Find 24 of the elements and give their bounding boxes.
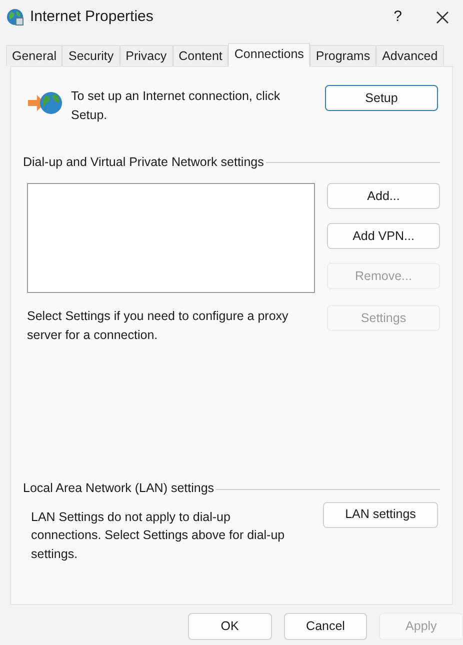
tab[interactable]: Content [172,45,228,66]
dialog-button[interactable]: OK [188,613,272,640]
globe-icon [6,8,24,26]
tab[interactable]: Programs [310,45,376,66]
help-button[interactable]: ? [394,6,402,28]
tab[interactable]: Connections [228,43,310,67]
lan-settings-button[interactable]: LAN settings [323,502,438,528]
dialog-button[interactable]: Add... [327,183,440,210]
dialog-button[interactable]: Cancel [284,613,368,640]
connections-list[interactable] [27,183,315,294]
tab[interactable]: Privacy [120,45,173,66]
tab[interactable]: Security [62,45,120,66]
globe-arrow-icon [27,89,63,117]
window-title: Internet Properties [30,6,154,27]
tab[interactable]: General [6,45,62,66]
tab[interactable]: Advanced [376,45,444,66]
dialog-button[interactable]: Add VPN... [327,223,440,250]
setup-text: To set up an Internet connection, click Setup. [71,88,282,124]
close-icon[interactable] [436,10,449,24]
proxy-text: Select Settings if you need to configure a proxy server for a connection. [27,308,290,344]
setup-button[interactable]: Setup [325,85,438,111]
lan-text: LAN Settings do not apply to dial-up connections. Select Settings above for dial-up settings. [31,508,286,563]
section-heading: Local Area Network (LAN) settings [23,480,214,497]
section-heading: Dial-up and Virtual Private Network settings [23,154,264,171]
